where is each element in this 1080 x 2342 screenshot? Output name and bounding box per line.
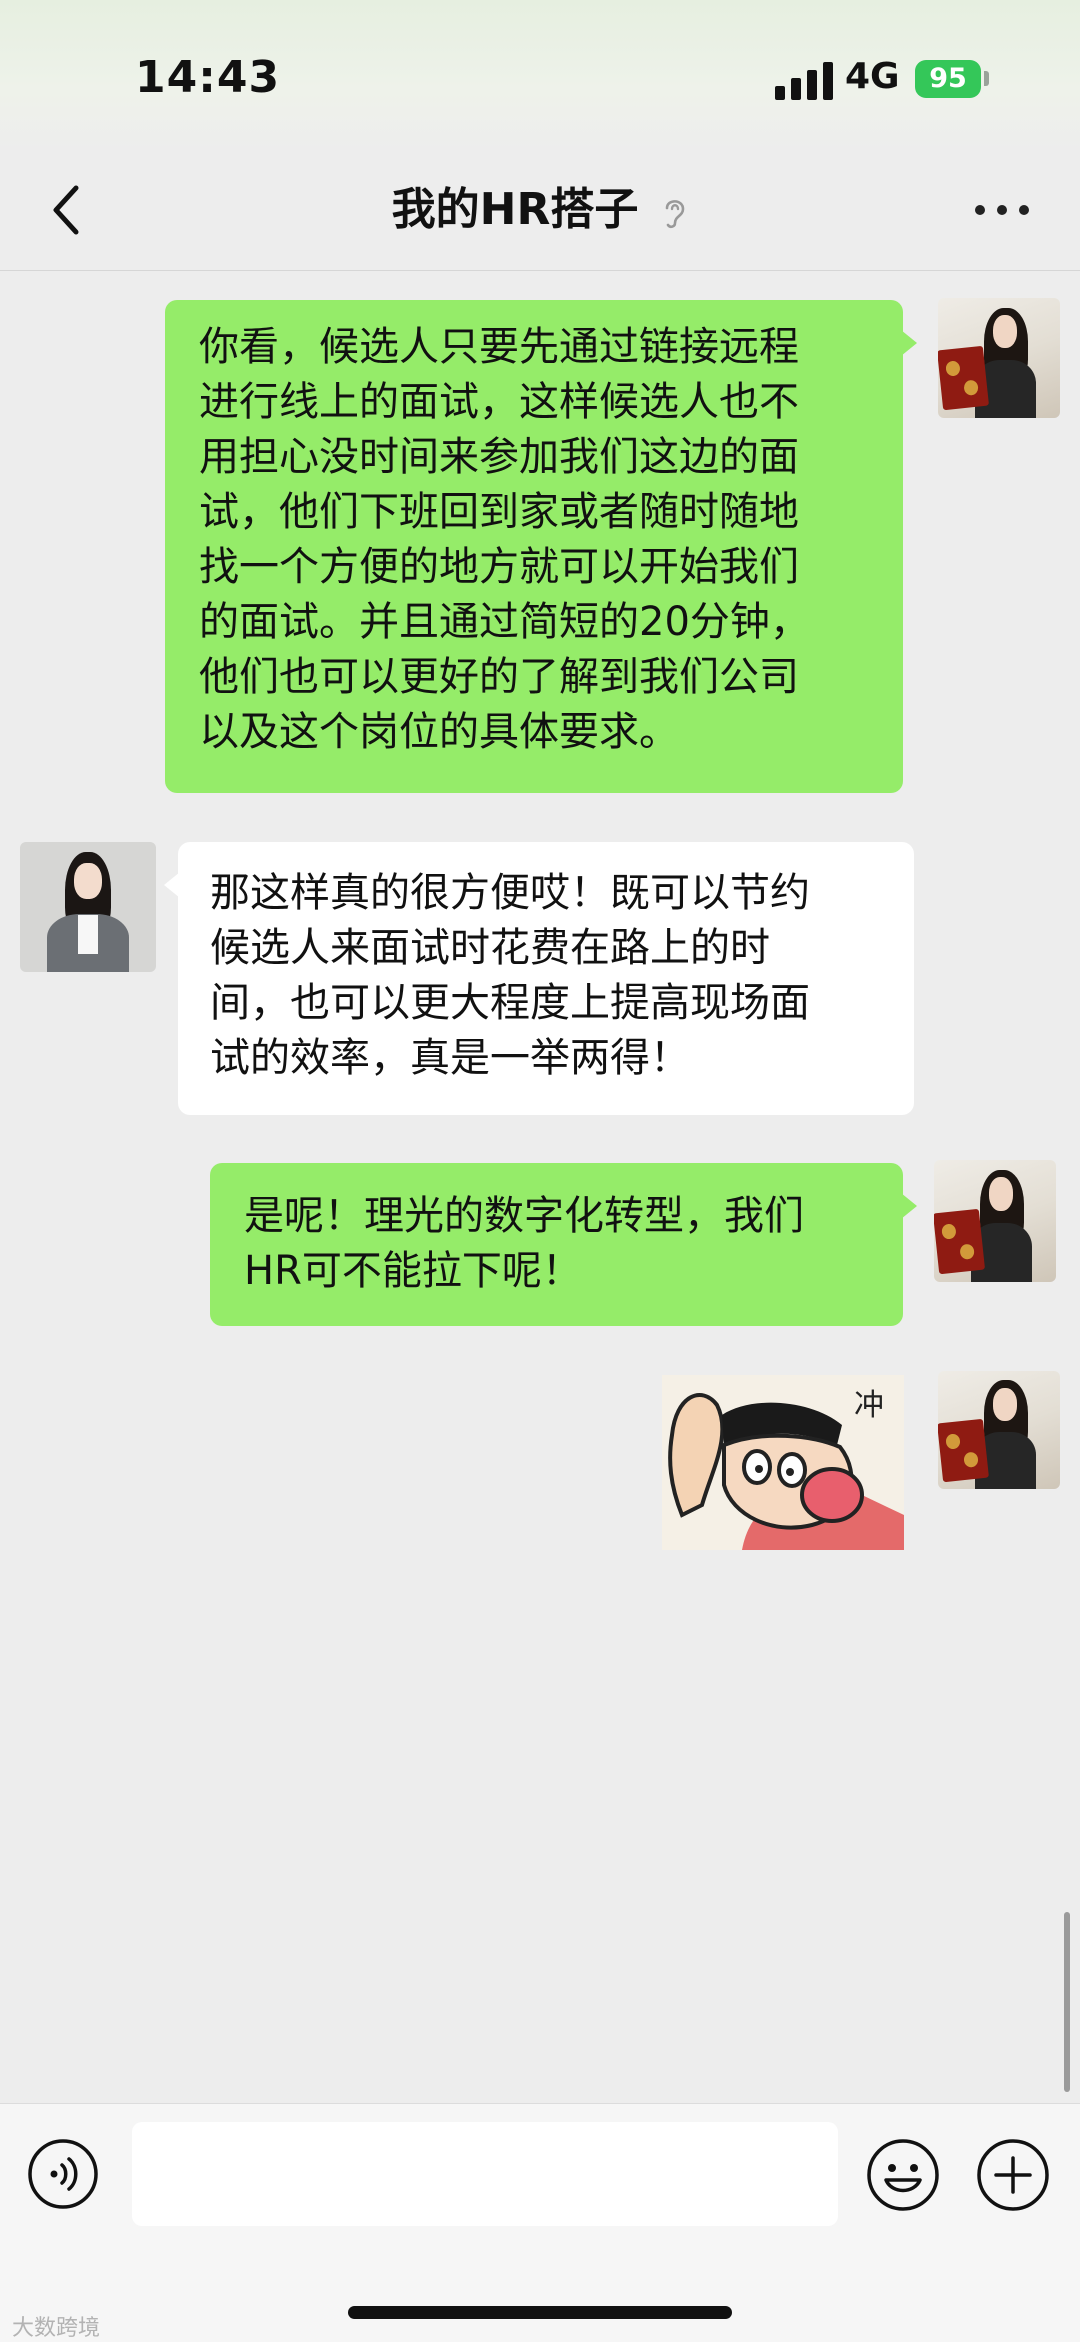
contact-avatar[interactable]	[20, 842, 156, 972]
message-line: 间，也可以更大程度上提高现场面	[210, 980, 810, 1026]
my-avatar[interactable]	[934, 1160, 1056, 1282]
message-bubble-incoming[interactable]: 那这样真的很方便哎！既可以节约 候选人来面试时花费在路上的时 间，也可以更大程度…	[164, 842, 914, 1115]
scrollbar[interactable]	[1064, 1912, 1070, 2092]
message-line: 以及这个岗位的具体要求。	[199, 709, 679, 755]
my-avatar[interactable]	[938, 298, 1060, 418]
message-line: 找一个方便的地方就可以开始我们	[199, 544, 799, 590]
battery-tip	[984, 71, 989, 86]
nav-bar: 我的HR搭子	[0, 150, 1080, 271]
message-line: 候选人来面试时花费在路上的时	[210, 925, 770, 971]
home-indicator[interactable]	[348, 2306, 732, 2319]
sticker-message[interactable]: 冲	[662, 1375, 904, 1550]
message-bubble-outgoing[interactable]: 你看，候选人只要先通过链接远程 进行线上的面试，这样候选人也不 用担心没时间来参…	[165, 300, 917, 793]
plus-icon[interactable]	[976, 2138, 1050, 2212]
message-bubble-outgoing[interactable]: 是呢！理光的数字化转型，我们 HR可不能拉下呢！	[210, 1163, 917, 1326]
signal-icon	[775, 60, 833, 100]
emoji-icon[interactable]	[866, 2138, 940, 2212]
my-avatar[interactable]	[938, 1371, 1060, 1489]
status-bar: 14:43 4G 95	[0, 0, 1080, 150]
message-line: 他们也可以更好的了解到我们公司	[199, 654, 799, 700]
message-line: 是呢！理光的数字化转型，我们	[244, 1193, 804, 1239]
voice-icon[interactable]	[27, 2138, 99, 2210]
sticker-caption: 冲	[854, 1388, 884, 1423]
message-line: 试，他们下班回到家或者随时随地	[199, 489, 799, 535]
network-label: 4G	[845, 56, 900, 97]
chat-title[interactable]: 我的HR搭子	[0, 180, 1080, 240]
message-line: HR可不能拉下呢！	[244, 1248, 582, 1294]
status-time: 14:43	[135, 52, 281, 103]
message-line: 进行线上的面试，这样候选人也不	[199, 379, 799, 425]
sticker-image: 冲	[662, 1375, 904, 1550]
message-line: 你看，候选人只要先通过链接远程	[199, 324, 799, 370]
message-line: 试的效率，真是一举两得！	[210, 1035, 690, 1081]
message-line: 用担心没时间来参加我们这边的面	[199, 434, 799, 480]
message-input[interactable]	[132, 2122, 838, 2226]
battery-icon: 95	[915, 60, 981, 98]
ear-icon	[666, 200, 685, 229]
chat-title-text: 我的HR搭子	[391, 184, 639, 235]
message-line: 的面试。并且通过简短的20分钟，	[199, 599, 810, 645]
watermark: 大数跨境	[12, 2316, 101, 2341]
message-line: 那这样真的很方便哎！既可以节约	[210, 870, 810, 916]
more-icon[interactable]	[975, 205, 1035, 219]
